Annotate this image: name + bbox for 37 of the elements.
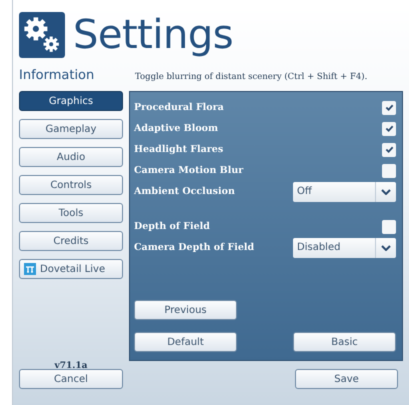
basic-button[interactable]: Basic [293,332,396,352]
chevron-down-icon [381,188,391,194]
chevron-down-icon [381,244,391,250]
dropdown[interactable]: Disabled [293,238,396,258]
save-button[interactable]: Save [295,369,398,389]
info-text: Toggle blurring of distant scenery (Ctrl + Shift + F4). [135,72,368,82]
checkbox[interactable] [382,220,396,234]
setting-label: Camera Motion Blur [134,165,244,176]
setting-label: Headlight Flares [134,144,224,155]
setting-label: Ambient Occlusion [134,186,235,197]
sidebar-tab[interactable]: Credits [19,231,123,251]
sidebar-tab[interactable]: Graphics [19,91,123,111]
checkbox[interactable] [382,164,396,178]
default-button[interactable]: Default [134,332,237,352]
dovetail-live-button[interactable]: Dovetail Live [19,259,123,279]
previous-button[interactable]: Previous [134,300,237,320]
setting-label: Procedural Flora [134,102,224,113]
setting-label: Camera Depth of Field [134,242,254,253]
sidebar-tab[interactable]: Controls [19,175,123,195]
info-label: Information [19,68,96,83]
check-icon [384,145,394,154]
checkbox[interactable] [382,122,396,136]
check-icon [384,103,394,112]
cancel-button[interactable]: Cancel [19,369,123,389]
page-title: Settings [73,12,234,58]
gears-icon [19,12,65,58]
sidebar-tab[interactable]: Audio [19,147,123,167]
checkbox[interactable] [382,100,396,114]
sidebar-tab[interactable]: Tools [19,203,123,223]
setting-label: Adaptive Bloom [134,123,218,134]
check-icon [384,124,394,133]
setting-label: Depth of Field [134,221,210,232]
version-label: v71.1a [53,361,88,371]
dropdown[interactable]: Off [293,182,396,202]
logo-icon [24,263,36,275]
sidebar-tab[interactable]: Gameplay [19,119,123,139]
checkbox[interactable] [382,142,396,156]
